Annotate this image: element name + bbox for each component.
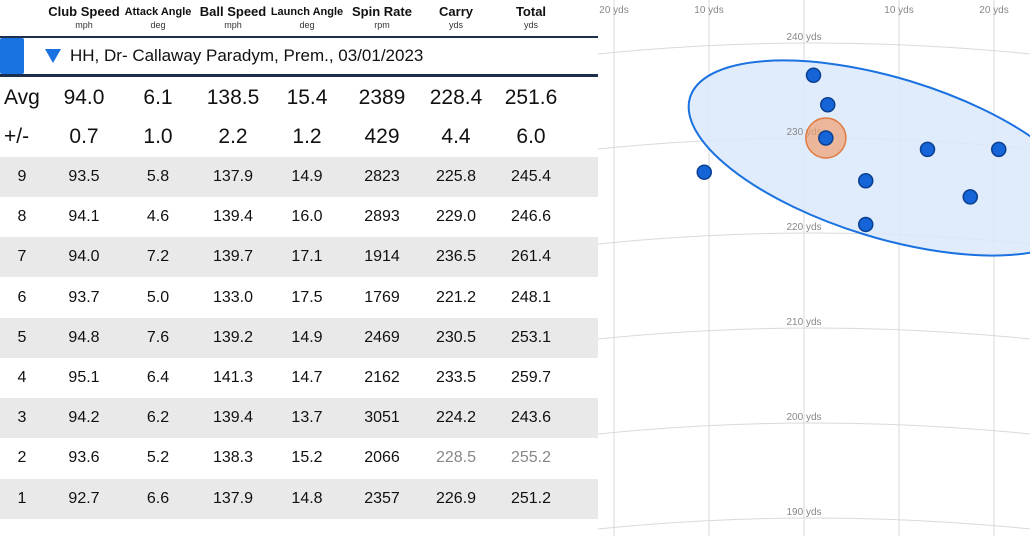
shot-total: 255.2 [510,449,552,467]
session-label: HH, Dr- Callaway Paradym, Prem., 03/01/2… [70,46,424,65]
shot-table: Club Speed mph Attack Angle deg Ball Speed mp… [0,0,598,536]
shot-number: 3 [17,409,27,427]
shot-point[interactable] [820,97,836,113]
average-row-total: 251.6 [504,86,558,109]
shot-row-4[interactable]: 4 95.1 6.4 141.3 14.7 2162 233.5 259.7 [0,358,598,398]
column-title: Spin Rate [352,4,412,19]
shot-row-5[interactable]: 5 94.8 7.6 139.2 14.9 2469 230.5 253.1 [0,317,598,358]
dispersion-chart: 20 yds 10 yds 10 yds 20 yds 240 yds 230 yds 22… [598,0,1030,536]
column-title: Ball Speed [199,4,267,19]
distance-label: 220 yds [786,222,821,233]
column-title: Launch Angle [270,6,344,18]
shot-total: 245.4 [510,168,552,185]
distance-label: 200 yds [786,412,821,423]
shot-point[interactable] [805,67,822,84]
shot-number: 8 [17,208,27,226]
column-unit: mph [75,20,93,30]
shot-row-1[interactable]: 1 92.7 6.6 137.9 14.8 2357 226.9 251.2 [0,478,598,519]
distance-label: 240 yds [786,32,821,43]
distance-label: 190 yds [786,507,821,518]
column-header-launch-angle[interactable]: Launch Angle deg [267,4,347,31]
shot-row-2[interactable]: 2 93.6 5.2 138.3 15.2 2066 228.5 255.2 [0,438,598,478]
x-axis-label: 20 yds [599,5,628,16]
distance-label: 210 yds [786,317,821,328]
column-header-carry[interactable]: Carry yds [416,4,496,31]
column-title: Carry [439,4,473,19]
deviation-row-label: +/- [4,125,30,148]
shot-point[interactable] [962,189,978,205]
column-header-row: Club Speed mph Attack Angle deg Ball Speed mp… [0,0,598,36]
shot-row-3[interactable]: 3 94.2 6.2 139.4 13.7 3051 224.2 243.6 [0,398,598,439]
session-tab-marker[interactable] [0,38,24,74]
shot-total: 253.1 [510,328,552,346]
dropdown-triangle-icon[interactable] [45,49,61,63]
x-axis-label: 10 yds [884,5,913,16]
shot-point[interactable] [818,130,834,146]
column-unit: yds [448,20,463,30]
grid-arc [598,422,1030,435]
session-selector[interactable]: HH, Dr- Callaway Paradym, Prem., 03/01/2… [0,38,598,74]
column-title: Attack Angle [124,6,192,18]
column-title: Total [515,4,547,19]
dispersion-plot: 20 yds 10 yds 10 yds 20 yds240 yds230 yds22… [598,0,1030,536]
x-axis-label: 10 yds [694,5,723,16]
session-divider [0,74,598,77]
shot-number: 7 [17,248,27,266]
column-unit: deg [150,20,166,30]
column-unit: yds [523,20,538,30]
dispersion-ellipse [687,59,1030,257]
column-unit: deg [299,20,315,30]
shot-total: 251.2 [510,489,552,507]
grid-arc [598,327,1030,340]
shot-row-7[interactable]: 7 94.0 7.2 139.7 17.1 1914 236.5 261.4 [0,237,598,278]
shot-total: 248.1 [510,288,552,306]
column-header-ball-speed[interactable]: Ball Speed mph [193,4,273,31]
average-row-label: Avg [4,86,40,109]
shot-row-8[interactable]: 8 94.1 4.6 139.4 16.0 2893 229.0 246.6 [0,197,598,237]
shot-total: 259.7 [510,369,552,386]
grid-arc [598,42,1030,55]
shot-point[interactable] [919,141,936,158]
deviation-row-total: 6.0 [516,125,546,148]
shot-point[interactable] [991,141,1007,158]
column-unit: mph [224,20,242,30]
column-header-total[interactable]: Total yds [491,4,571,31]
shot-total: 261.4 [510,248,552,266]
x-axis-label: 20 yds [979,5,1008,16]
shot-total: 246.6 [510,208,552,226]
column-title: Club Speed [48,4,120,19]
column-unit: rpm [374,20,390,30]
shot-number: 1 [17,489,27,507]
shot-number: 6 [17,288,27,306]
shot-total: 243.6 [510,409,552,427]
shot-number: 5 [17,328,27,346]
shot-point[interactable] [858,216,874,233]
shot-number: 2 [17,449,27,467]
column-header-spin-rate[interactable]: Spin Rate rpm [342,4,422,31]
column-header-club-speed[interactable]: Club Speed mph [44,4,124,31]
shot-row-9[interactable]: 9 93.5 5.8 137.9 14.9 2823 225.8 245.4 [0,157,598,197]
column-header-attack-angle[interactable]: Attack Angle deg [118,4,198,31]
shot-number: 9 [17,168,27,185]
deviation-row: +/- 0.7 1.0 2.2 1.2 429 4.4 6.0 [0,117,598,155]
average-row: Avg 94.0 6.1 138.5 15.4 2389 228.4 251.6 [0,78,598,116]
shot-row-6[interactable]: 6 93.7 5.0 133.0 17.5 1769 221.2 248.1 [0,278,598,318]
shot-point[interactable] [858,173,874,189]
shot-point[interactable] [696,164,712,180]
shot-number: 4 [17,369,27,386]
grid-arc [598,517,1030,530]
